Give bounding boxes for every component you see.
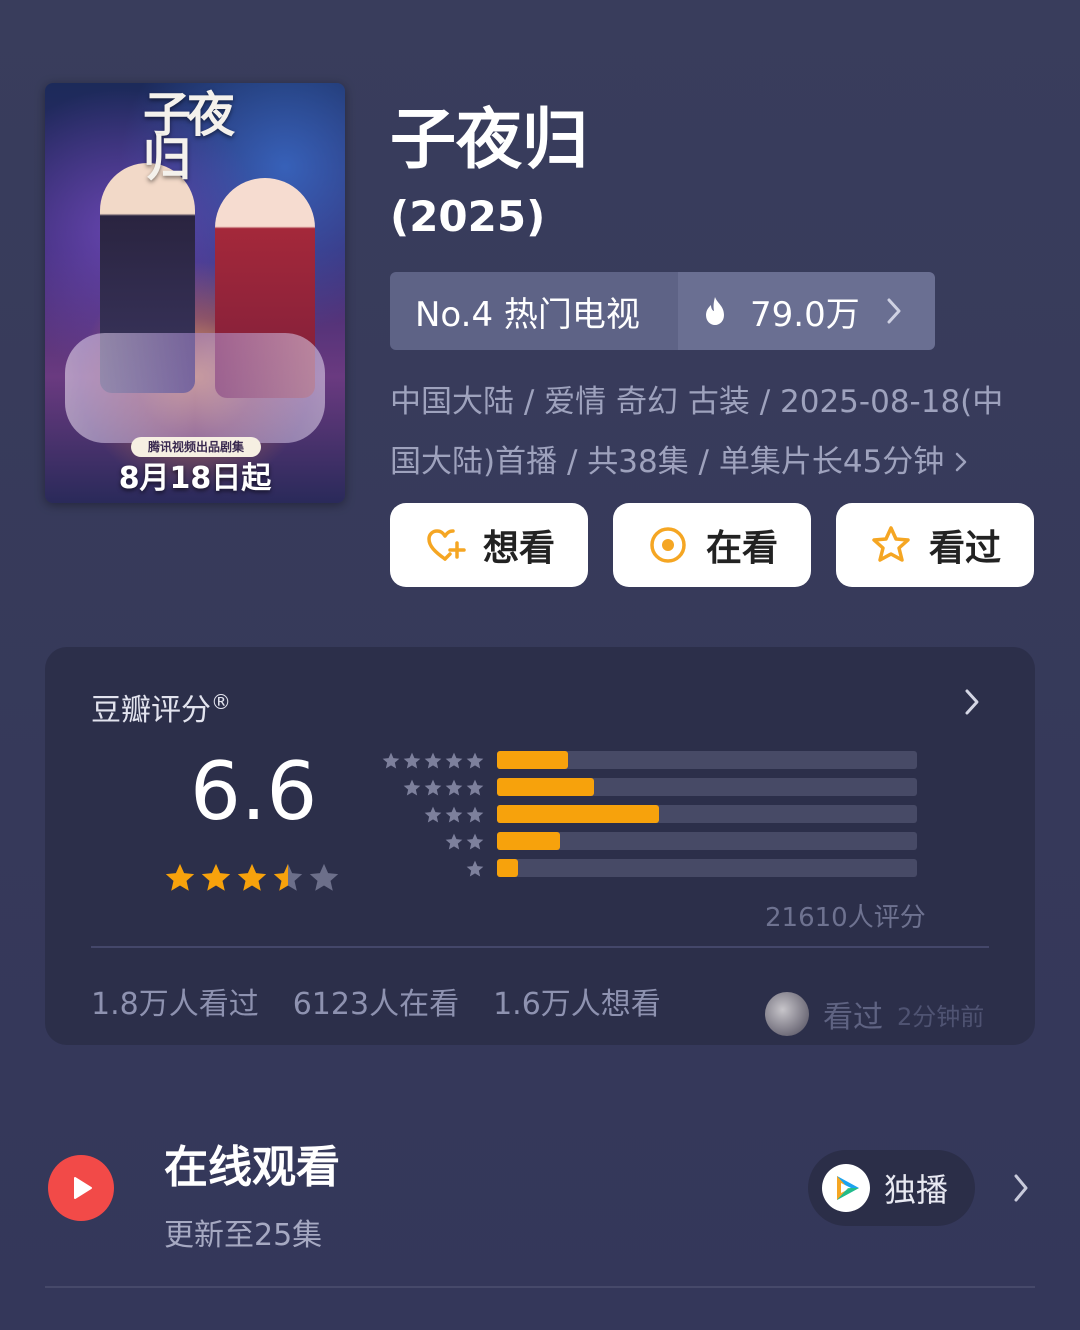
rating-card[interactable]: 豆瓣评分® 6.6 21610人评分 1.8万人看过 6123人在看 1.6万人…: [45, 647, 1035, 1045]
distribution-bar-track: [497, 859, 917, 877]
distribution-row: [375, 751, 917, 771]
distribution-bar-track: [497, 751, 917, 769]
star-icon: [201, 863, 231, 891]
distribution-bar: [497, 751, 569, 769]
online-watch-subtitle: 更新至25集: [164, 1218, 323, 1253]
flame-icon: [706, 297, 724, 325]
row-stars: [380, 751, 485, 771]
avatar: [765, 992, 809, 1036]
star-icon: [466, 860, 484, 877]
star-icon: [309, 863, 339, 891]
chevron-right-icon: [956, 452, 967, 472]
poster-title-art: 子夜归: [143, 87, 235, 187]
row-stars: [443, 832, 485, 852]
star-icon: [466, 806, 484, 823]
star-icon: [403, 752, 421, 769]
rating-score: 6.6: [190, 745, 318, 838]
recent-time: 2分钟前: [897, 1002, 985, 1031]
rank-banner[interactable]: No.4 热门电视 79.0万: [390, 272, 935, 350]
want-to-watch-button[interactable]: 想看: [390, 503, 588, 587]
recent-action: 看过: [823, 1000, 883, 1035]
star-icon: [165, 863, 195, 891]
star-icon: [424, 752, 442, 769]
distribution-bar-track: [497, 832, 917, 850]
chevron-right-icon: [887, 298, 901, 324]
distribution-bar: [497, 859, 518, 877]
poster-crowd: [65, 333, 325, 443]
distribution-bar: [497, 805, 659, 823]
star-icon: [445, 833, 463, 850]
rating-count: 21610人评分: [765, 903, 926, 933]
online-watch-title[interactable]: 在线观看: [164, 1140, 340, 1196]
chevron-right-icon[interactable]: [1012, 1172, 1030, 1204]
star-icon: [445, 752, 463, 769]
tencent-video-logo-icon: [822, 1164, 870, 1212]
chevron-right-icon[interactable]: [963, 687, 981, 717]
play-button[interactable]: [48, 1155, 114, 1221]
want-count[interactable]: 1.6万人想看: [493, 979, 661, 1023]
poster-image[interactable]: 子夜归 腾讯视频出品剧集 8月18日起: [45, 83, 345, 503]
star-outline-icon: [872, 526, 910, 562]
star-icon: [445, 806, 463, 823]
star-icon: [237, 863, 267, 891]
rating-stars: [163, 861, 343, 895]
watching-count[interactable]: 6123人在看: [293, 979, 459, 1023]
want-to-watch-label: 想看: [482, 528, 555, 569]
star-icon: [445, 779, 463, 796]
watch-stats: 1.8万人看过 6123人在看 1.6万人想看: [91, 979, 661, 1023]
row-stars: [422, 805, 485, 825]
rank-label: No.4 热门电视: [390, 272, 678, 350]
star-icon: [424, 806, 442, 823]
distribution-bar-track: [497, 805, 917, 823]
distribution-row: [375, 778, 917, 798]
metadata-text: 中国大陆 / 爱情 奇幻 古装 / 2025-08-18(中国大陆)首播 / 共…: [390, 384, 1004, 480]
star-icon: [382, 752, 400, 769]
distribution-row: [375, 832, 917, 852]
star-icon: [466, 779, 484, 796]
watched-count[interactable]: 1.8万人看过: [91, 979, 259, 1023]
heart-plus-icon: [427, 529, 466, 561]
star-icon: [466, 833, 484, 850]
target-icon: [650, 527, 686, 563]
release-year: (2025): [390, 192, 546, 241]
distribution-bar: [497, 832, 560, 850]
page-title: 子夜归: [390, 101, 588, 178]
watched-label: 看过: [928, 528, 1001, 569]
divider: [91, 946, 989, 948]
star-icon: [403, 779, 421, 796]
play-icon: [74, 1177, 92, 1199]
row-stars: [401, 778, 485, 798]
star-icon: [466, 752, 484, 769]
watching-label: 在看: [705, 528, 778, 569]
rating-label: 豆瓣评分®: [91, 690, 231, 728]
recent-activity: 看过 2分钟前: [765, 992, 984, 1036]
distribution-row: [375, 859, 917, 879]
exclusive-label: 独播: [884, 1171, 949, 1209]
exclusive-badge[interactable]: 独播: [808, 1150, 975, 1226]
distribution-bar: [497, 778, 594, 796]
distribution-bar-track: [497, 778, 917, 796]
watched-button[interactable]: 看过: [836, 503, 1034, 587]
heat-section: 79.0万: [678, 272, 935, 350]
star-icon: [273, 863, 303, 891]
distribution-row: [375, 805, 917, 825]
poster-date: 8月18日起: [118, 461, 272, 496]
divider: [45, 1286, 1035, 1288]
watching-button[interactable]: 在看: [613, 503, 811, 587]
metadata-line[interactable]: 中国大陆 / 爱情 奇幻 古装 / 2025-08-18(中国大陆)首播 / 共…: [390, 372, 1030, 492]
row-stars: [464, 859, 485, 879]
star-icon: [424, 779, 442, 796]
heat-value: 79.0万: [750, 294, 860, 335]
